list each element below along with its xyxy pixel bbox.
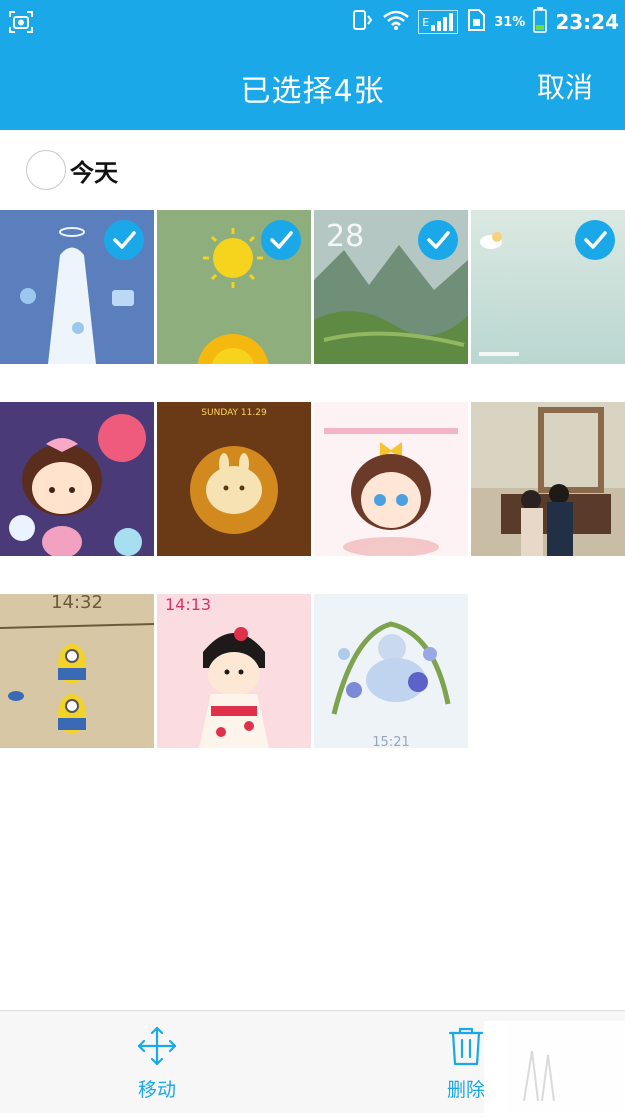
bottom-action-bar: 移动 删除 [0, 1010, 625, 1113]
photo-thumbnail[interactable]: 15:21 [314, 594, 468, 748]
photo-thumbnail[interactable]: 14:32 [0, 594, 154, 748]
section-header-today: 今天 [26, 148, 118, 192]
screenshot-icon [8, 9, 34, 35]
status-bar: E 31% 23:24 [0, 0, 625, 44]
trash-icon [445, 1027, 487, 1071]
photo-clock-text: 28 [326, 219, 364, 254]
move-icon [136, 1026, 178, 1071]
battery-percent: 31% [494, 14, 526, 30]
watermark-overlay [484, 1021, 625, 1113]
photo-thumbnail[interactable] [471, 402, 625, 556]
photo-thumbnail[interactable] [0, 402, 154, 556]
battery-icon [533, 7, 548, 37]
selected-check-icon [104, 220, 144, 260]
cancel-button[interactable]: 取消 [537, 66, 593, 106]
clock-time: 23:24 [555, 10, 619, 34]
photo-clock-text: 15:21 [372, 735, 409, 748]
title-bar: 已选择4张 取消 [0, 44, 625, 130]
photo-thumbnail[interactable] [157, 210, 311, 364]
vibrate-icon [350, 8, 374, 36]
section-date-label: 今天 [70, 158, 118, 187]
photo-thumbnail[interactable]: 28 [314, 210, 468, 364]
select-all-checkbox[interactable] [26, 150, 66, 190]
photo-thumbnail[interactable] [314, 402, 468, 556]
move-button[interactable]: 移动 [97, 1025, 217, 1102]
wifi-icon [382, 9, 410, 35]
photo-clock-text: 14:32 [51, 594, 103, 613]
page-title: 已选择4张 [240, 74, 385, 109]
network-type: E [422, 16, 430, 29]
move-label: 移动 [137, 1079, 176, 1101]
photo-clock-text: SUNDAY 11.29 [201, 408, 267, 418]
photo-thumbnail[interactable] [0, 210, 154, 364]
selected-check-icon [575, 220, 615, 260]
sim-icon [466, 8, 486, 36]
photo-thumbnail[interactable]: 14:13 [157, 594, 311, 748]
photo-thumbnail[interactable]: SUNDAY 11.29 [157, 402, 311, 556]
selected-check-icon [418, 220, 458, 260]
photo-thumbnail[interactable] [471, 210, 625, 364]
photo-clock-text: 14:13 [165, 595, 211, 614]
signal-icon: E [418, 10, 459, 34]
selected-check-icon [261, 220, 301, 260]
